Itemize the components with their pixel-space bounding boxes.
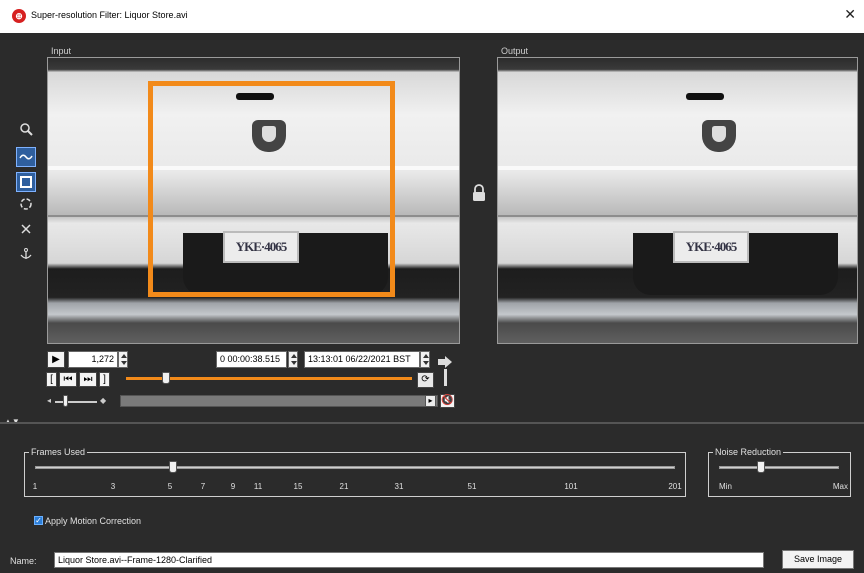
frames-tick-label: 201 (668, 482, 682, 491)
noise-reduction-group: Noise Reduction Min Max (708, 447, 851, 497)
frames-used-title: Frames Used (29, 447, 88, 457)
close-icon[interactable]: ✕ (844, 6, 856, 23)
save-image-button[interactable]: Save Image (782, 550, 854, 569)
zoom-icon[interactable] (16, 122, 36, 142)
skip-forward-icon[interactable]: ⏭ (79, 372, 97, 387)
noise-reduction-thumb[interactable] (757, 461, 765, 473)
motion-correction-checkbox[interactable]: ✓ (34, 516, 43, 525)
frames-tick-label: 11 (253, 482, 263, 491)
name-input[interactable]: Liquor Store.avi--Frame-1280-Clarified (54, 552, 764, 568)
output-video: YKE·4065 (497, 57, 858, 344)
input-video[interactable]: YKE·4065 (47, 57, 460, 344)
frame-spinner[interactable] (118, 351, 128, 368)
datetime-field[interactable]: 13:13:01 06/22/2021 BST (304, 351, 420, 368)
frames-used-track[interactable] (35, 466, 675, 469)
frames-tick-label: 5 (167, 482, 173, 491)
skip-back-icon[interactable]: ⏮ (59, 372, 77, 387)
datetime-spinner[interactable] (420, 351, 430, 368)
window-title: Super-resolution Filter: Liquor Store.av… (31, 10, 188, 20)
mark-out-icon[interactable]: ] (99, 372, 110, 387)
circle-select-icon[interactable] (16, 197, 36, 217)
output-frame-image: YKE·4065 (498, 58, 857, 343)
tool-palette (16, 120, 38, 272)
noise-max-label: Max (832, 482, 848, 491)
timeline-thumb[interactable] (162, 372, 171, 384)
timecode-field[interactable]: 0 00:00:38.515 (216, 351, 287, 368)
frames-tick-label: 101 (564, 482, 578, 491)
title-bar: ⊕ Super-resolution Filter: Liquor Store.… (0, 0, 864, 33)
input-label: Input (51, 46, 72, 56)
volume-thumb[interactable] (62, 395, 68, 407)
frames-used-group: Frames Used 1 3 5 7 9 11 15 21 31 51 101 201 (24, 447, 686, 497)
frames-tick-label: 1 (32, 482, 38, 491)
vertical-slider[interactable] (444, 369, 447, 386)
mute-icon[interactable]: 🔇 (440, 394, 455, 408)
output-label: Output (501, 46, 529, 56)
license-plate-output: YKE·4065 (673, 231, 749, 263)
frames-tick-label: 21 (339, 482, 349, 491)
frames-tick-label: 31 (394, 482, 404, 491)
frames-tick-label: 15 (293, 482, 303, 491)
volume-max-icon: ◆ (100, 396, 107, 405)
play-button[interactable]: ▶ (47, 351, 65, 368)
export-arrow-icon[interactable] (438, 356, 452, 368)
noise-reduction-track[interactable] (719, 466, 839, 469)
frames-tick-label: 51 (467, 482, 477, 491)
frame-number-field[interactable]: 1,272 (68, 351, 118, 368)
wave-tool-icon[interactable] (16, 147, 36, 167)
frames-tick-label: 3 (110, 482, 116, 491)
rectangle-select-icon[interactable] (16, 172, 36, 192)
clear-selection-icon[interactable] (16, 222, 36, 242)
frames-used-thumb[interactable] (169, 461, 177, 473)
scrollbar[interactable] (120, 395, 438, 407)
splitter[interactable] (0, 422, 864, 424)
noise-min-label: Min (719, 482, 732, 491)
lock-icon[interactable] (471, 184, 487, 202)
volume-track[interactable] (55, 401, 97, 403)
frames-tick-label: 7 (200, 482, 206, 491)
app-logo-icon: ⊕ (12, 9, 26, 23)
frames-tick-label: 9 (230, 482, 236, 491)
mark-in-icon[interactable]: [ (46, 372, 57, 387)
scroll-right-icon[interactable]: ▸ (425, 395, 436, 407)
loop-icon[interactable]: ⟳ (417, 372, 434, 388)
anchor-icon[interactable] (16, 247, 36, 267)
name-label: Name: (10, 556, 37, 566)
motion-correction-label: Apply Motion Correction (45, 516, 142, 526)
noise-reduction-title: Noise Reduction (713, 447, 784, 457)
timecode-spinner[interactable] (288, 351, 298, 368)
region-of-interest[interactable] (148, 81, 395, 297)
volume-min-icon: ◂ (47, 396, 52, 405)
